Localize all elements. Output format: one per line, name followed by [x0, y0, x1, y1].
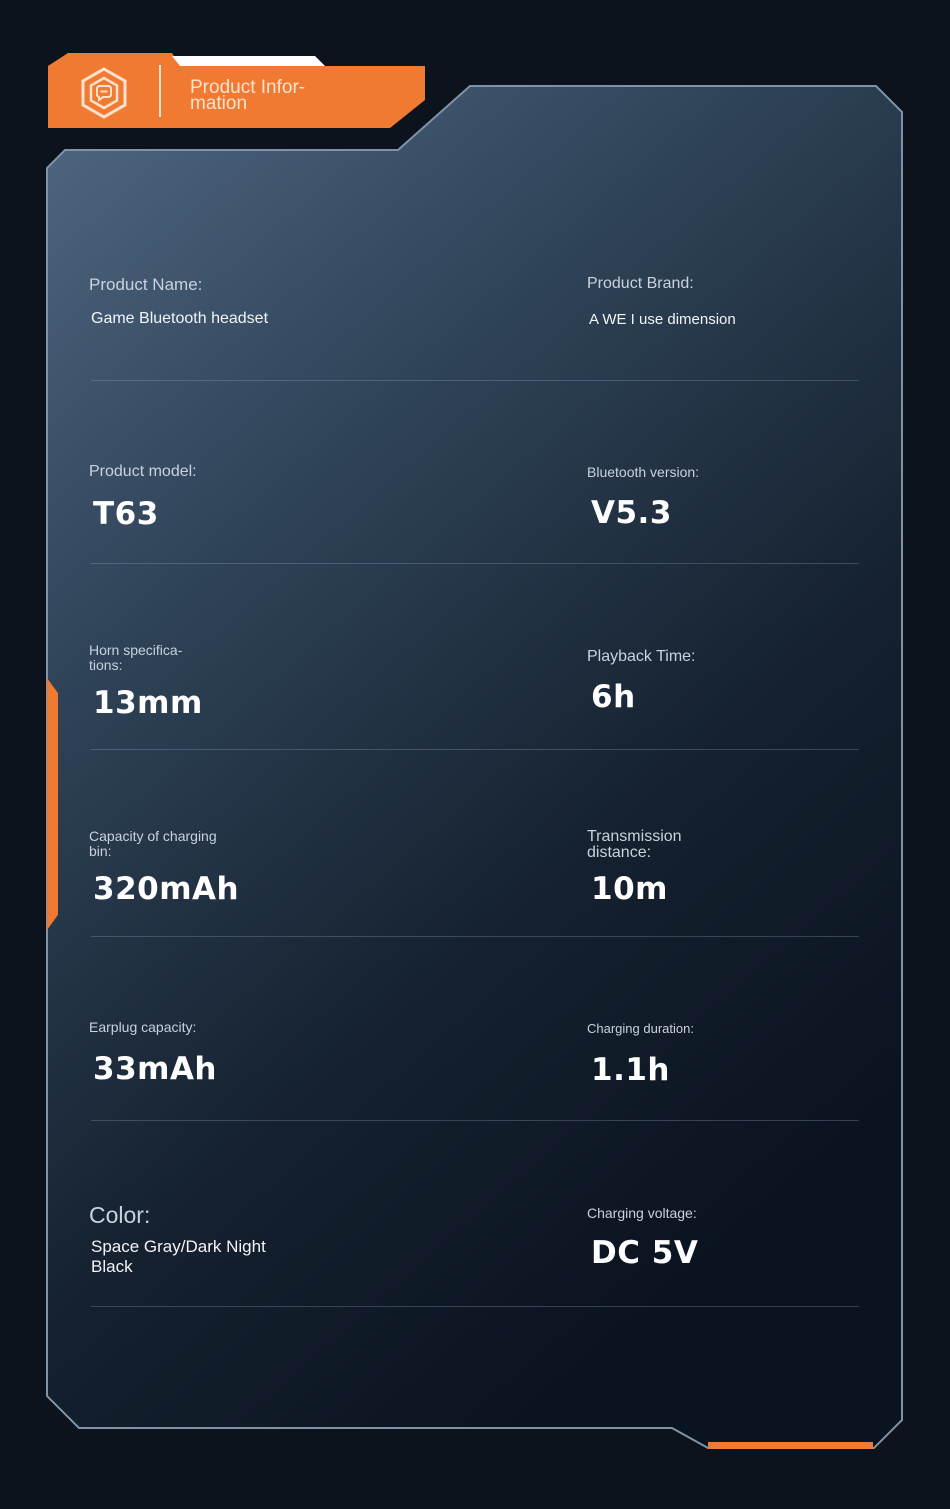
spec-value: 13mm [93, 685, 203, 721]
spec-color: Color: Space Gray/Dark Night Black [89, 1203, 266, 1277]
spec-label: Charging voltage: [587, 1205, 697, 1221]
spec-label: Horn specifica- tions: [89, 642, 183, 673]
row-separator [91, 1120, 859, 1121]
spec-charging-bin-capacity: Capacity of charging bin: 320mAh [89, 828, 240, 908]
row-separator [91, 563, 859, 564]
row-separator [91, 749, 859, 750]
spec-product-brand: Product Brand: A WE I use dimension [587, 276, 736, 330]
spec-product-name: Product Name: Game Bluetooth headset [89, 275, 269, 329]
spec-value: 1.1h [591, 1052, 670, 1088]
spec-value: 10m [591, 871, 668, 907]
spec-value: 320mAh [93, 871, 240, 907]
spec-value: Space Gray/Dark Night Black [91, 1237, 266, 1276]
bottom-accent-bar [708, 1442, 873, 1449]
spec-charging-duration: Charging duration: 1.1h [587, 1021, 694, 1088]
spec-value: Game Bluetooth headset [91, 310, 269, 327]
spec-transmission-distance: Transmission distance: 10m [587, 828, 682, 908]
spec-label: Product Name: [89, 275, 203, 294]
row-separator [91, 380, 859, 381]
spec-label: Transmission distance: [587, 828, 682, 861]
row-separator [91, 1306, 859, 1307]
spec-bluetooth-version: Bluetooth version: V5.3 [587, 464, 700, 532]
spec-earplug-capacity: Earplug capacity: 33mAh [89, 1019, 218, 1088]
spec-value: A WE I use dimension [589, 311, 736, 328]
panel-frame [46, 53, 903, 1449]
spec-value: V5.3 [591, 495, 672, 531]
spec-value: DC 5V [591, 1235, 699, 1271]
spec-value: 33mAh [93, 1051, 218, 1087]
side-accent-bar [47, 678, 58, 930]
spec-playback-time: Playback Time: 6h [587, 648, 696, 716]
row-separator [91, 936, 859, 937]
spec-horn-spec: Horn specifica- tions: 13mm [89, 642, 203, 722]
spec-label: Product Brand: [587, 275, 694, 292]
spec-label: Color: [89, 1202, 151, 1228]
spec-label: Capacity of charging bin: [89, 828, 217, 859]
spec-product-model: Product model: T63 [89, 463, 197, 533]
spec-charging-voltage: Charging voltage: DC 5V [587, 1205, 699, 1272]
spec-value: T63 [93, 496, 159, 532]
spec-label: Bluetooth version: [587, 464, 700, 480]
spec-label: Product model: [89, 463, 197, 480]
section-title: Product Infor- mation [190, 77, 306, 114]
spec-label: Charging duration: [587, 1021, 694, 1036]
hexagon-chat-icon [80, 67, 128, 119]
spec-label: Playback Time: [587, 648, 696, 665]
spec-value: 6h [591, 679, 636, 715]
spec-label: Earplug capacity: [89, 1019, 197, 1035]
tab-divider [159, 65, 161, 117]
